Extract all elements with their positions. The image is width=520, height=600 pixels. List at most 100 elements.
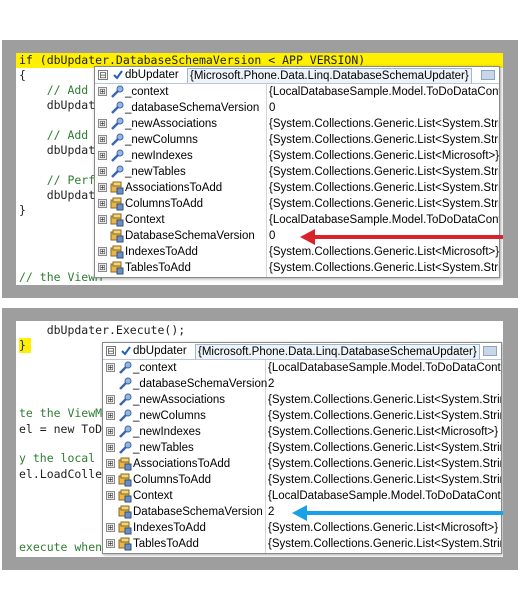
datatip-row[interactable]: ⊞ _context {LocalDatabaseSample.Model.ToDo…: [103, 360, 501, 376]
member-value[interactable]: {System.Collections.Generic.List<System.…: [268, 408, 501, 424]
datatip-row[interactable]: ⊞ _context {LocalDatabaseSample.Model.ToDo…: [95, 84, 499, 100]
datatip-row[interactable]: ⊞ ColumnsToAdd {System.Collections.Generic…: [103, 472, 501, 488]
member-value[interactable]: {System.Collections.Generic.List<Microso…: [268, 520, 501, 536]
expand-icon[interactable]: ⊞: [106, 427, 115, 436]
member-name: TablesToAdd: [125, 262, 191, 274]
member-value[interactable]: {System.Collections.Generic.List<System.…: [269, 164, 499, 180]
expand-icon[interactable]: ⊞: [106, 395, 115, 404]
datatip-row[interactable]: _databaseSchemaVersion 2: [103, 376, 501, 392]
expand-icon[interactable]: ⊞: [106, 443, 115, 452]
datatip-row[interactable]: ⊞ TablesToAdd {System.Collections.Generic.…: [95, 260, 499, 276]
datatip-row[interactable]: ⊞ _newTables {System.Collections.Generic.L…: [95, 164, 499, 180]
datatip-variable-value[interactable]: {Microsoft.Phone.Data.Linq.DatabaseSchem…: [195, 344, 480, 359]
member-value[interactable]: 0: [269, 100, 499, 116]
collapse-icon[interactable]: ⊟: [98, 70, 108, 80]
member-name: DatabaseSchemaVersion: [133, 506, 263, 518]
member-name: _databaseSchemaVersion: [125, 102, 260, 114]
member-name: Context: [125, 214, 165, 226]
code-line[interactable]: el = new ToD: [19, 422, 102, 437]
datatip-row[interactable]: ⊞ TablesToAdd {System.Collections.Generic.…: [103, 536, 501, 552]
member-name: ColumnsToAdd: [133, 474, 211, 486]
datatip-row[interactable]: ⊞ IndexesToAdd {System.Collections.Generic…: [95, 244, 499, 260]
code-line[interactable]: }: [19, 203, 26, 218]
expand-icon[interactable]: ⊞: [98, 247, 107, 256]
datatip-header: ⊟ dbUpdater {Microsoft.Phone.Data.Linq.D…: [103, 343, 501, 360]
member-value[interactable]: {LocalDatabaseSample.Model.ToDoDataConte…: [269, 84, 499, 100]
member-name: DatabaseSchemaVersion: [125, 230, 255, 242]
expand-icon[interactable]: ⊞: [98, 183, 107, 192]
expand-icon[interactable]: ⊞: [106, 523, 115, 532]
code-line-comment[interactable]: // the ViewM: [19, 270, 102, 285]
member-name: _newTables: [133, 442, 194, 454]
expand-icon[interactable]: ⊞: [98, 119, 107, 128]
datatip-row[interactable]: ⊞ _newIndexes {System.Collections.Generic.…: [95, 148, 499, 164]
code-line[interactable]: dbUpdater.Execute();: [19, 323, 185, 338]
member-value[interactable]: {System.Collections.Generic.List<System.…: [269, 196, 499, 212]
datatip-row[interactable]: ⊞ ColumnsToAdd {System.Collections.Generic…: [95, 196, 499, 212]
datatip-row[interactable]: _databaseSchemaVersion 0: [95, 100, 499, 116]
datatip-row[interactable]: ⊞ AssociationsToAdd {System.Collections.Ge…: [95, 180, 499, 196]
datatip-row[interactable]: ⊞ _newAssociations {System.Collections.Gen…: [95, 116, 499, 132]
member-name: ColumnsToAdd: [125, 198, 203, 210]
datatip-row[interactable]: ⊞ AssociationsToAdd {System.Collections.Ge…: [103, 456, 501, 472]
datatip-row[interactable]: ⊞ Context {LocalDatabaseSample.Model.ToDoD…: [103, 488, 501, 504]
datatip-row[interactable]: ⊞ _newColumns {System.Collections.Generic.…: [95, 132, 499, 148]
member-value[interactable]: {System.Collections.Generic.List<System.…: [269, 116, 499, 132]
expand-icon[interactable]: ⊞: [106, 459, 115, 468]
expand-icon[interactable]: ⊞: [98, 215, 107, 224]
arrow-head-icon: [292, 505, 307, 521]
datatip-row[interactable]: ⊞ Context {LocalDatabaseSample.Model.ToDoD…: [95, 212, 499, 228]
datatip-dbupdater[interactable]: ⊟ dbUpdater {Microsoft.Phone.Data.Linq.D…: [102, 342, 502, 554]
expand-icon[interactable]: ⊞: [98, 87, 107, 96]
member-value[interactable]: {System.Collections.Generic.List<System.…: [268, 392, 501, 408]
bottom-code-editor: dbUpdater.Execute(); } te the ViewM el =…: [16, 321, 503, 557]
property-icon: [110, 261, 124, 280]
member-value[interactable]: {System.Collections.Generic.List<System.…: [268, 472, 501, 488]
expand-icon[interactable]: ⊞: [106, 411, 115, 420]
member-value[interactable]: {System.Collections.Generic.List<System.…: [269, 260, 499, 276]
member-value[interactable]: {System.Collections.Generic.List<Microso…: [268, 424, 501, 440]
member-value[interactable]: {System.Collections.Generic.List<System.…: [269, 132, 499, 148]
member-value[interactable]: {System.Collections.Generic.List<System.…: [268, 536, 501, 552]
code-line-comment[interactable]: execute when: [19, 540, 102, 555]
member-value[interactable]: {System.Collections.Generic.List<System.…: [269, 180, 499, 196]
member-name: _context: [125, 86, 169, 98]
expand-icon[interactable]: ⊞: [106, 363, 115, 372]
datatip-row[interactable]: ⊞ _newIndexes {System.Collections.Generic.…: [103, 424, 501, 440]
expand-icon[interactable]: ⊞: [98, 135, 107, 144]
datatip-variable-value[interactable]: {Microsoft.Phone.Data.Linq.DatabaseSchem…: [187, 68, 472, 83]
code-line[interactable]: {: [19, 68, 26, 83]
expand-icon[interactable]: ⊞: [98, 167, 107, 176]
member-value[interactable]: {System.Collections.Generic.List<Microso…: [269, 244, 499, 260]
code-line[interactable]: el.LoadColle: [19, 467, 102, 482]
member-name: _context: [133, 362, 177, 374]
datatip-dbupdater[interactable]: ⊟ dbUpdater {Microsoft.Phone.Data.Linq.D…: [94, 66, 500, 278]
member-value[interactable]: {LocalDatabaseSample.Model.ToDoDataConte…: [268, 488, 501, 504]
expand-icon[interactable]: ⊞: [98, 151, 107, 160]
member-value[interactable]: {LocalDatabaseSample.Model.ToDoDataConte…: [269, 212, 499, 228]
member-value[interactable]: {System.Collections.Generic.List<Microso…: [269, 148, 499, 164]
member-value[interactable]: {System.Collections.Generic.List<System.…: [268, 456, 501, 472]
datatip-row[interactable]: ⊞ IndexesToAdd {System.Collections.Generic…: [103, 520, 501, 536]
code-line-comment[interactable]: y the local: [19, 451, 95, 466]
pin-icon[interactable]: [481, 70, 495, 80]
member-value[interactable]: {System.Collections.Generic.List<System.…: [268, 440, 501, 456]
datatip-row[interactable]: ⊞ _newTables {System.Collections.Generic.L…: [103, 440, 501, 456]
code-line-comment[interactable]: te the ViewM: [19, 406, 102, 421]
expand-icon[interactable]: ⊞: [98, 263, 107, 272]
datatip-variable-name: dbUpdater: [133, 345, 187, 357]
collapse-icon[interactable]: ⊟: [106, 346, 116, 356]
expand-icon[interactable]: ⊞: [106, 475, 115, 484]
datatip-row[interactable]: ⊞ _newAssociations {System.Collections.Gen…: [103, 392, 501, 408]
blue-arrow: [292, 505, 503, 521]
member-value[interactable]: 2: [268, 376, 501, 392]
expand-icon[interactable]: ⊞: [98, 199, 107, 208]
expand-icon[interactable]: ⊞: [106, 491, 115, 500]
code-line-highlighted[interactable]: }: [19, 338, 31, 353]
datatip-variable-name: dbUpdater: [125, 69, 179, 81]
expand-icon[interactable]: ⊞: [106, 539, 115, 548]
member-value[interactable]: {LocalDatabaseSample.Model.ToDoDataConte…: [268, 360, 501, 376]
datatip-row[interactable]: ⊞ _newColumns {System.Collections.Generic.…: [103, 408, 501, 424]
member-name: AssociationsToAdd: [133, 458, 231, 470]
pin-icon[interactable]: [483, 346, 497, 356]
